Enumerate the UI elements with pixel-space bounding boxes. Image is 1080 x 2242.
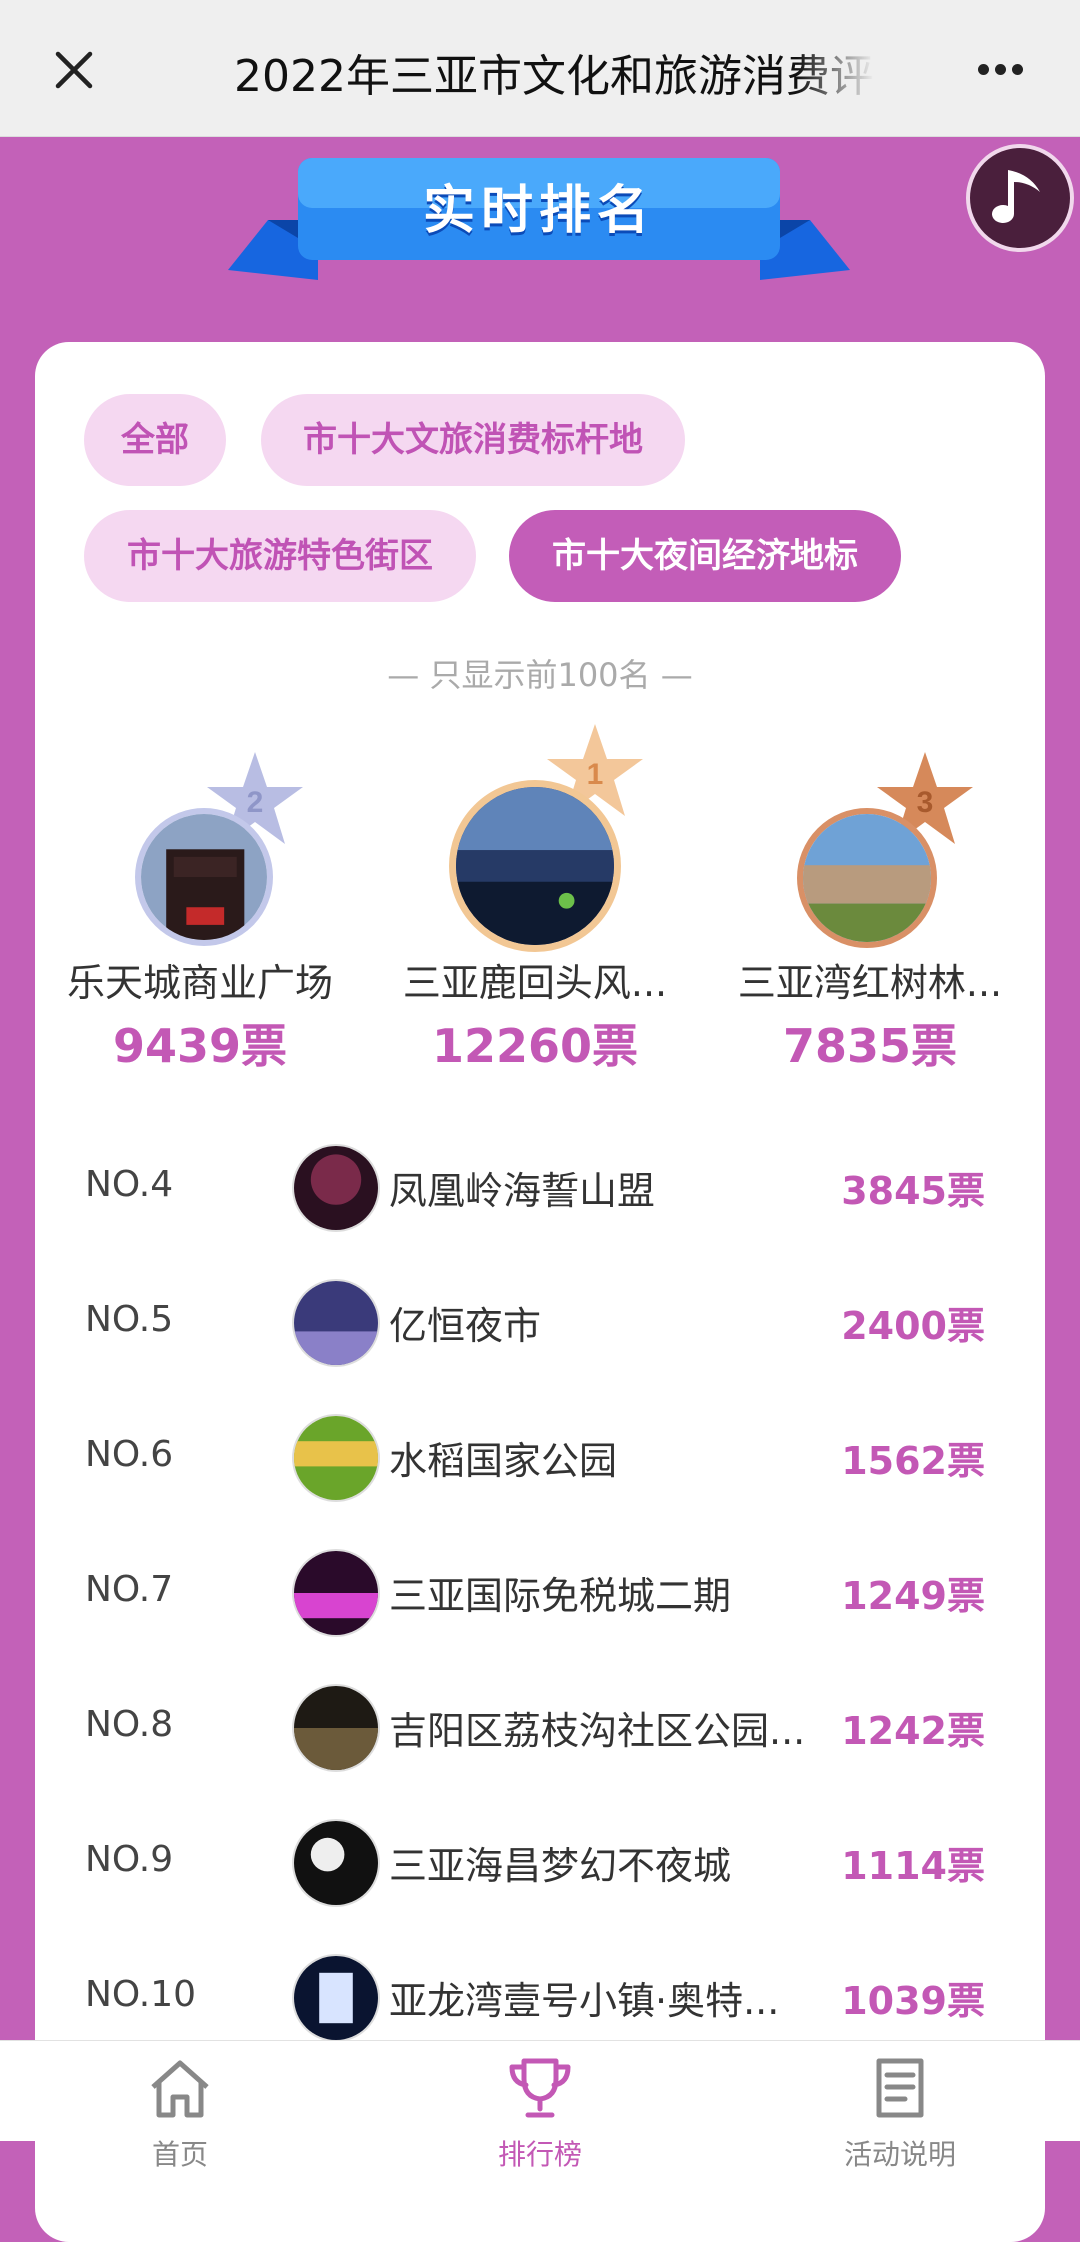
podium-votes-3: 7835票: [782, 1019, 958, 1073]
podium-avatar-3[interactable]: [797, 808, 937, 948]
filter-cultural-tourism[interactable]: 市十大文旅消费标杆地: [261, 394, 685, 486]
row-thumbnail: [292, 1549, 380, 1637]
nav-rules[interactable]: 活动说明: [720, 2041, 1080, 2171]
top100-notice: — 只显示前100名 —: [387, 656, 693, 694]
podium-votes-2: 9439票: [112, 1019, 288, 1073]
row-name: 亚龙湾壹号小镇·奥特...: [389, 1979, 780, 2023]
filter-all[interactable]: 全部: [84, 394, 226, 486]
rank-label: NO.8: [85, 1704, 174, 1745]
row-thumbnail: [292, 1144, 380, 1232]
trophy-icon: [509, 2058, 571, 2118]
row-thumbnail: [292, 1414, 380, 1502]
bottom-nav: 首页 排行榜 活动说明: [0, 2040, 1080, 2171]
top-bar: 2022年三亚市文化和旅游消费评选活动: [0, 0, 1080, 137]
podium-rank-2: 2: [247, 786, 264, 819]
row-name: 三亚海昌梦幻不夜城: [389, 1844, 732, 1888]
rank-label: NO.6: [85, 1434, 174, 1475]
row-votes: 1249票: [841, 1574, 985, 1618]
row-votes: 3845票: [841, 1169, 985, 1213]
ranking-row[interactable]: NO.9 三亚海昌梦幻不夜城 1114票: [35, 1809, 1045, 1919]
filter-night-economy[interactable]: 市十大夜间经济地标: [509, 510, 901, 602]
row-name: 亿恒夜市: [389, 1304, 542, 1348]
podium-votes-1: 12260票: [431, 1019, 639, 1073]
row-votes: 1039票: [841, 1979, 985, 2023]
home-icon: [151, 2060, 209, 2118]
rank-label: NO.9: [85, 1839, 174, 1880]
podium-avatar-2[interactable]: [135, 808, 273, 946]
row-votes: 1242票: [841, 1709, 985, 1753]
page-title: 2022年三亚市文化和旅游消费评选活动: [234, 51, 874, 100]
ranking-card: 全部 市十大文旅消费标杆地 市十大旅游特色街区 市十大夜间经济地标 — 只显示前…: [35, 342, 1045, 2242]
ranking-banner: 实时排名: [228, 150, 850, 290]
row-votes: 1562票: [841, 1439, 985, 1483]
row-votes: 1114票: [841, 1844, 985, 1888]
ranking-row[interactable]: NO.7 三亚国际免税城二期 1249票: [35, 1539, 1045, 1649]
ranking-row[interactable]: NO.10 亚龙湾壹号小镇·奥特... 1039票: [35, 1944, 1045, 2054]
row-thumbnail: [292, 1954, 380, 2042]
ranking-row[interactable]: NO.8 吉阳区荔枝沟社区公园... 1242票: [35, 1674, 1045, 1784]
row-thumbnail: [292, 1819, 380, 1907]
podium-rank-1: 1: [587, 758, 604, 791]
rank-label: NO.4: [85, 1164, 174, 1205]
row-name: 凤凰岭海誓山盟: [389, 1169, 656, 1213]
nav-ranking-label: 排行榜: [497, 2138, 582, 2171]
ranking-row[interactable]: NO.5 亿恒夜市 2400票: [35, 1269, 1045, 1379]
document-icon: [876, 2058, 924, 2118]
row-name: 三亚国际免税城二期: [389, 1574, 732, 1618]
podium-name-3: 三亚湾红树林...: [737, 961, 1003, 1005]
more-icon[interactable]: [978, 58, 1032, 82]
music-note-icon[interactable]: [966, 144, 1074, 252]
rank-label: NO.5: [85, 1299, 174, 1340]
filter-tourism-streets[interactable]: 市十大旅游特色街区: [84, 510, 476, 602]
close-icon[interactable]: [50, 46, 98, 94]
nav-ranking[interactable]: 排行榜: [360, 2041, 720, 2171]
nav-rules-label: 活动说明: [843, 2138, 956, 2171]
banner-title: 实时排名: [422, 181, 655, 241]
row-votes: 2400票: [841, 1304, 985, 1348]
ranking-row[interactable]: NO.4 凤凰岭海誓山盟 3845票: [35, 1134, 1045, 1244]
rank-label: NO.7: [85, 1569, 174, 1610]
podium-name-1: 三亚鹿回头风...: [402, 961, 668, 1005]
nav-home[interactable]: 首页: [0, 2041, 360, 2171]
ranking-row[interactable]: NO.6 水稻国家公园 1562票: [35, 1404, 1045, 1514]
podium-avatar-1[interactable]: [449, 780, 621, 952]
nav-home-label: 首页: [151, 2138, 208, 2171]
row-name: 吉阳区荔枝沟社区公园...: [389, 1709, 806, 1753]
row-name: 水稻国家公园: [389, 1439, 618, 1483]
podium-name-2: 乐天城商业广场: [66, 961, 333, 1005]
row-thumbnail: [292, 1684, 380, 1772]
rank-label: NO.10: [85, 1974, 197, 2015]
row-thumbnail: [292, 1279, 380, 1367]
podium-rank-3: 3: [917, 786, 934, 819]
